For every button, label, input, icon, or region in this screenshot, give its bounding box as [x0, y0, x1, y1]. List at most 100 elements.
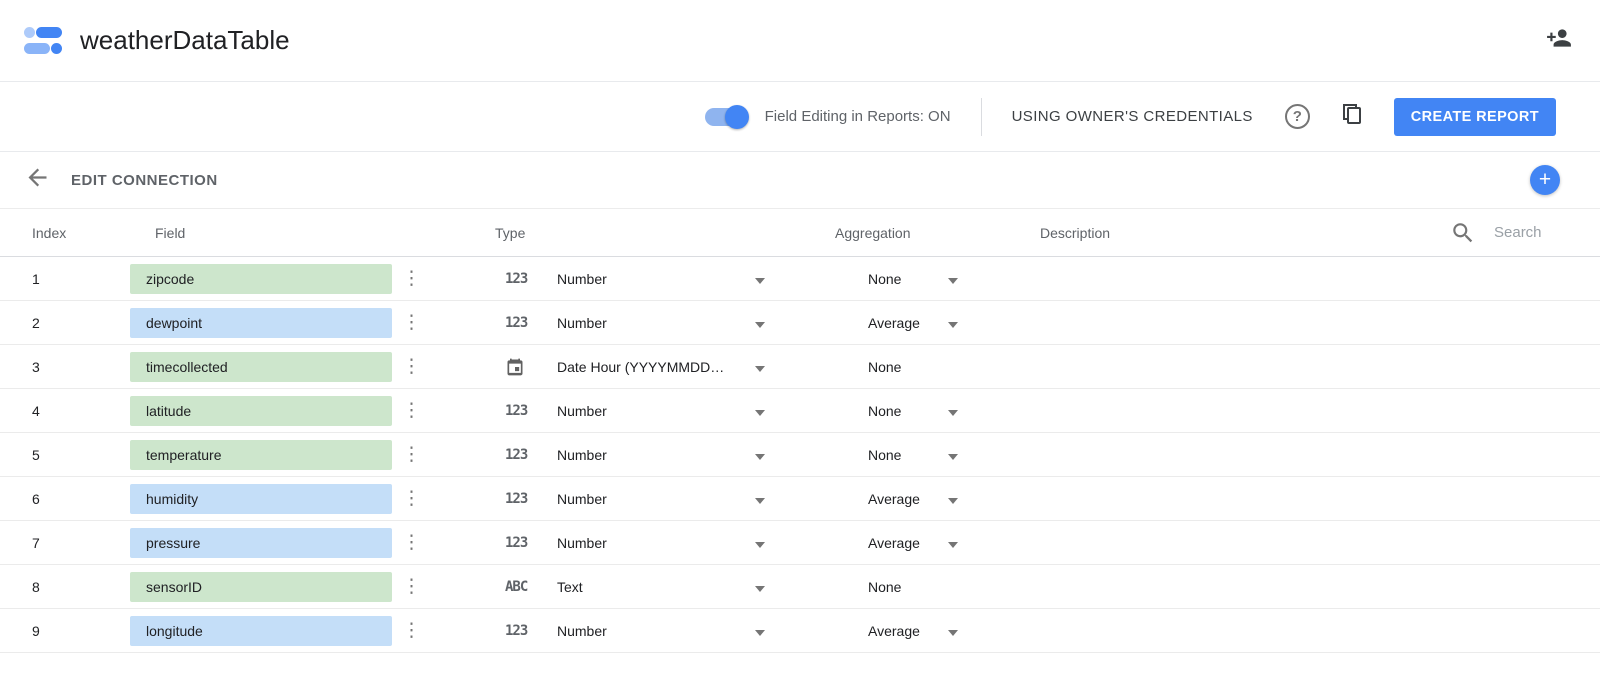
number-icon: 123 — [505, 315, 547, 331]
row-index: 2 — [0, 315, 130, 331]
type-dropdown-arrow[interactable] — [755, 271, 775, 287]
type-select[interactable]: Text — [547, 579, 755, 595]
field-name-chip[interactable]: dewpoint — [130, 308, 392, 338]
field-name-chip[interactable]: temperature — [130, 440, 392, 470]
description-cell[interactable] — [973, 565, 1600, 608]
description-cell[interactable] — [973, 257, 1600, 300]
table-row: 9 longitude ⋮ 123 Number Average — [0, 609, 1600, 653]
table-row: 4 latitude ⋮ 123 Number None — [0, 389, 1600, 433]
field-name-chip[interactable]: humidity — [130, 484, 392, 514]
column-header-description: Description — [1040, 225, 1450, 241]
field-name-chip[interactable]: pressure — [130, 528, 392, 558]
row-menu-button[interactable]: ⋮ — [392, 313, 432, 332]
add-field-button[interactable]: + — [1530, 165, 1560, 195]
aggregation-dropdown-arrow[interactable] — [948, 315, 973, 331]
aggregation-dropdown-arrow[interactable] — [948, 447, 973, 463]
row-menu-button[interactable]: ⋮ — [392, 489, 432, 508]
date-icon — [505, 357, 547, 377]
type-dropdown-arrow[interactable] — [755, 359, 775, 375]
column-header-type: Type — [495, 225, 835, 241]
row-menu-button[interactable]: ⋮ — [392, 577, 432, 596]
type-dropdown-arrow[interactable] — [755, 403, 775, 419]
table-row: 8 sensorID ⋮ ABC Text None — [0, 565, 1600, 609]
aggregation-select[interactable]: None — [868, 579, 948, 595]
field-name-chip[interactable]: timecollected — [130, 352, 392, 382]
row-index: 7 — [0, 535, 130, 551]
row-index: 1 — [0, 271, 130, 287]
field-name-chip[interactable]: longitude — [130, 616, 392, 646]
description-cell[interactable] — [973, 609, 1600, 652]
aggregation-dropdown-arrow[interactable] — [948, 535, 973, 551]
aggregation-select[interactable]: Average — [868, 315, 948, 331]
field-name-chip[interactable]: sensorID — [130, 572, 392, 602]
aggregation-select[interactable]: None — [868, 403, 948, 419]
aggregation-select[interactable]: Average — [868, 491, 948, 507]
aggregation-select[interactable]: None — [868, 359, 948, 375]
type-select[interactable]: Number — [547, 447, 755, 463]
aggregation-dropdown-arrow[interactable] — [948, 491, 973, 507]
back-button[interactable] — [24, 164, 51, 196]
type-select[interactable]: Number — [547, 535, 755, 551]
app-bar: weatherDataTable — [0, 0, 1600, 82]
row-menu-button[interactable]: ⋮ — [392, 621, 432, 640]
row-menu-button[interactable]: ⋮ — [392, 533, 432, 552]
field-name-chip[interactable]: latitude — [130, 396, 392, 426]
aggregation-select[interactable]: Average — [868, 623, 948, 639]
row-menu-button[interactable]: ⋮ — [392, 401, 432, 420]
type-dropdown-arrow[interactable] — [755, 623, 775, 639]
row-menu-button[interactable]: ⋮ — [392, 445, 432, 464]
datastudio-logo[interactable] — [24, 22, 64, 60]
type-select[interactable]: Date Hour (YYYYMMDD… — [547, 359, 755, 375]
aggregation-select[interactable]: None — [868, 271, 948, 287]
type-dropdown-arrow[interactable] — [755, 447, 775, 463]
description-cell[interactable] — [973, 521, 1600, 564]
add-people-button[interactable] — [1546, 25, 1572, 56]
table-header: Index Field Type Aggregation Description — [0, 209, 1600, 257]
description-cell[interactable] — [973, 389, 1600, 432]
column-header-field: Field — [130, 225, 495, 241]
description-cell[interactable] — [973, 345, 1600, 388]
type-dropdown-arrow[interactable] — [755, 579, 775, 595]
copy-icon — [1340, 102, 1364, 131]
toolbar: Field Editing in Reports: ON USING OWNER… — [0, 82, 1600, 152]
aggregation-dropdown-arrow[interactable] — [948, 403, 973, 419]
type-dropdown-arrow[interactable] — [755, 491, 775, 507]
type-dropdown-arrow[interactable] — [755, 535, 775, 551]
aggregation-dropdown-arrow[interactable] — [948, 623, 973, 639]
number-icon: 123 — [505, 447, 547, 463]
type-select[interactable]: Number — [547, 491, 755, 507]
type-select[interactable]: Number — [547, 271, 755, 287]
type-select[interactable]: Number — [547, 623, 755, 639]
datasource-title[interactable]: weatherDataTable — [80, 25, 290, 56]
aggregation-select[interactable]: None — [868, 447, 948, 463]
search-input[interactable] — [1494, 224, 1572, 241]
table-row: 1 zipcode ⋮ 123 Number None — [0, 257, 1600, 301]
row-menu-button[interactable]: ⋮ — [392, 357, 432, 376]
row-index: 3 — [0, 359, 130, 375]
type-dropdown-arrow[interactable] — [755, 315, 775, 331]
description-cell[interactable] — [973, 433, 1600, 476]
number-icon: 123 — [505, 535, 547, 551]
table-row: 5 temperature ⋮ 123 Number None — [0, 433, 1600, 477]
field-editing-label: Field Editing in Reports: ON — [765, 108, 951, 125]
field-name-chip[interactable]: zipcode — [130, 264, 392, 294]
table-row: 6 humidity ⋮ 123 Number Average — [0, 477, 1600, 521]
duplicate-button[interactable] — [1340, 102, 1364, 131]
search-icon[interactable] — [1450, 220, 1476, 246]
row-menu-button[interactable]: ⋮ — [392, 269, 432, 288]
description-cell[interactable] — [973, 477, 1600, 520]
create-report-button[interactable]: CREATE REPORT — [1394, 98, 1556, 136]
table-row: 7 pressure ⋮ 123 Number Average — [0, 521, 1600, 565]
type-select[interactable]: Number — [547, 315, 755, 331]
credentials-button[interactable]: USING OWNER'S CREDENTIALS — [1012, 108, 1253, 125]
field-editing-toggle[interactable] — [705, 108, 747, 126]
row-index: 5 — [0, 447, 130, 463]
description-cell[interactable] — [973, 301, 1600, 344]
edit-connection-button[interactable]: EDIT CONNECTION — [71, 172, 218, 189]
aggregation-select[interactable]: Average — [868, 535, 948, 551]
row-index: 4 — [0, 403, 130, 419]
type-select[interactable]: Number — [547, 403, 755, 419]
aggregation-dropdown-arrow[interactable] — [948, 271, 973, 287]
row-index: 8 — [0, 579, 130, 595]
help-icon[interactable]: ? — [1285, 104, 1310, 129]
